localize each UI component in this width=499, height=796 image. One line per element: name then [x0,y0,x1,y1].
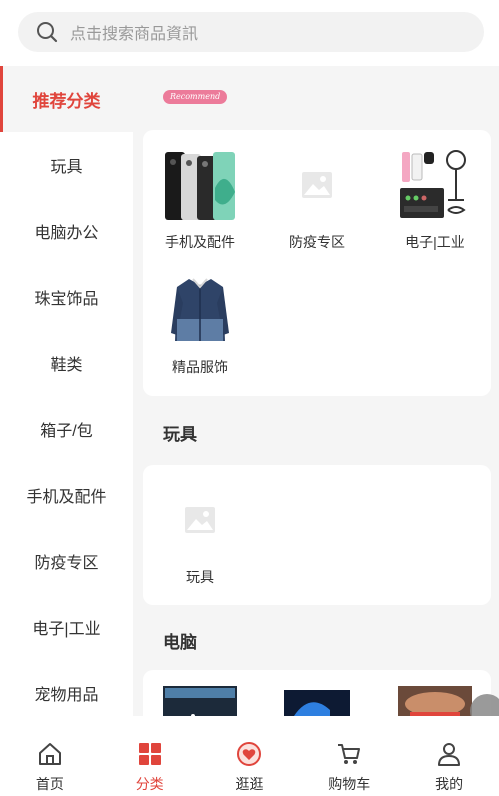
placeholder-image [163,483,237,557]
tab-label: 购物车 [328,776,371,792]
sidebar-item-label: 手机及配件 [26,489,107,506]
category-tile-electronics[interactable]: 电子|工业 [385,148,485,252]
search-placeholder: 点击搜索商品資訊 [70,26,199,43]
bottom-tabbar: 首页 分类 逛逛 购物车 我的 [0,716,499,796]
tab-home[interactable]: 首页 [0,716,100,796]
search-input[interactable]: 点击搜索商品資訊 [18,12,484,52]
electronics-image [398,148,472,222]
user-icon [435,740,463,768]
section-title-toys: 玩具 [163,425,197,444]
sidebar-item-label: 电脑办公 [34,225,99,242]
tab-label: 分类 [135,776,164,792]
category-tile-label: 电子|工业 [405,234,465,250]
category-tile-label: 精品服饰 [172,359,228,375]
sidebar-item-recommend[interactable]: 推荐分类 [0,66,133,132]
category-sidebar: 推荐分类 玩具 电脑办公 珠宝饰品 鞋类 箱子/包 手机及配件 防疫专区 电子|… [0,66,133,716]
shirt-image [163,273,237,347]
sidebar-item-label: 电子|工业 [32,621,101,638]
sidebar-item-pets[interactable]: 宠物用品 [0,660,133,716]
sidebar-item-bags[interactable]: 箱子/包 [0,396,133,462]
category-tile-monitor[interactable] [150,686,250,716]
toys-card: 玩具 [143,465,491,605]
computer-card [143,670,491,716]
sidebar-item-label: 箱子/包 [40,423,93,440]
category-content: Recommend 手机及配件 防疫专区 电子|工业 精品服饰 玩具 玩具 电脑 [133,66,499,716]
sidebar-item-toys[interactable]: 玩具 [0,132,133,198]
placeholder-image [280,148,354,222]
gaming-pc-image [280,686,354,716]
tab-label: 首页 [35,776,64,792]
tab-me[interactable]: 我的 [399,716,499,796]
cart-icon [335,740,363,768]
sidebar-item-electronics[interactable]: 电子|工业 [0,594,133,660]
sidebar-item-jewelry[interactable]: 珠宝饰品 [0,264,133,330]
category-tile-phones[interactable]: 手机及配件 [150,148,250,252]
tab-category[interactable]: 分类 [100,716,200,796]
category-tile-epidemic[interactable]: 防疫专区 [267,148,367,252]
phones-image [163,148,237,222]
sidebar-item-label: 宠物用品 [34,687,99,704]
category-tile-toys[interactable]: 玩具 [150,483,250,587]
sidebar-item-label: 玩具 [50,159,83,176]
search-icon [34,19,60,45]
sidebar-item-label: 防疫专区 [34,555,99,572]
category-tile-gaming-pc[interactable] [267,686,367,716]
section-title-computer: 电脑 [163,633,197,652]
sidebar-item-shoes[interactable]: 鞋类 [0,330,133,396]
search-header: 点击搜索商品資訊 [0,0,499,66]
tab-label: 我的 [435,776,464,792]
home-icon [36,740,64,768]
sidebar-item-label: 珠宝饰品 [34,291,99,308]
tab-label: 逛逛 [235,776,264,792]
heart-icon [235,740,263,768]
monitor-image [163,686,237,716]
recommend-card: 手机及配件 防疫专区 电子|工业 精品服饰 [143,130,491,396]
accessories-image [398,686,472,716]
sidebar-item-epidemic[interactable]: 防疫专区 [0,528,133,594]
sidebar-item-label: 推荐分类 [32,91,101,111]
category-tile-apparel[interactable]: 精品服饰 [150,273,250,377]
recommend-badge: Recommend [163,90,228,104]
category-icon [136,740,164,768]
sidebar-item-phones[interactable]: 手机及配件 [0,462,133,528]
sidebar-item-computer-office[interactable]: 电脑办公 [0,198,133,264]
tab-cart[interactable]: 购物车 [299,716,399,796]
sidebar-item-label: 鞋类 [50,357,83,374]
category-tile-label: 玩具 [186,569,214,585]
category-tile-label: 手机及配件 [165,234,235,250]
category-tile-label: 防疫专区 [289,234,345,250]
tab-browse[interactable]: 逛逛 [200,716,300,796]
